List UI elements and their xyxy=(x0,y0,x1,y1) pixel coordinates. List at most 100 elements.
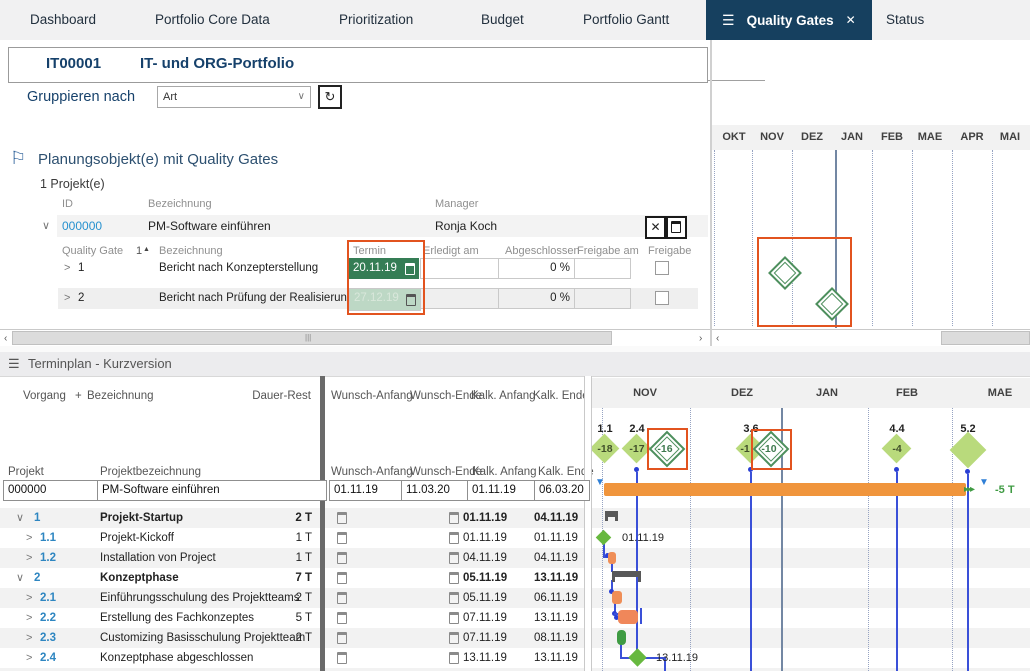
tab-status[interactable]: Status xyxy=(886,0,924,40)
tab-prioritization[interactable]: Prioritization xyxy=(339,0,413,40)
month-label: MAE xyxy=(987,387,1013,399)
calendar-icon[interactable] xyxy=(337,552,347,564)
group-by-select[interactable]: Art ∨ xyxy=(157,86,311,108)
kalk-ende: 13.11.19 xyxy=(534,652,578,664)
sort-number[interactable]: 1 xyxy=(136,245,142,257)
expander-icon[interactable]: > xyxy=(26,528,32,548)
task-id[interactable]: 2.3 xyxy=(40,628,56,648)
project-id-field[interactable]: 000000 xyxy=(3,480,101,501)
task-id[interactable]: 2.1 xyxy=(40,588,56,608)
column-divider[interactable] xyxy=(320,376,325,671)
task-bar-done[interactable] xyxy=(617,630,626,645)
calendar-icon[interactable] xyxy=(337,572,347,584)
calendar-icon[interactable] xyxy=(337,632,347,644)
sort-asc-icon[interactable]: ▲ xyxy=(143,246,150,253)
col-wunsch-anfang: Wunsch-Anfang xyxy=(331,466,413,478)
summary-bar[interactable] xyxy=(612,571,641,577)
scroll-right-icon[interactable]: › xyxy=(699,330,702,347)
calendar-icon[interactable] xyxy=(449,552,459,564)
expander-icon[interactable]: ∨ xyxy=(16,568,24,588)
expand-all-button[interactable]: + xyxy=(75,390,82,402)
freigabe-am-cell[interactable] xyxy=(574,258,631,279)
timeline-month-header: OKT NOV DEZ JAN FEB MAE APR MAI xyxy=(712,125,1030,150)
task-id[interactable]: 2.2 xyxy=(40,608,56,628)
calendar-icon[interactable] xyxy=(449,532,459,544)
flag-icon: ⚐ xyxy=(10,148,27,168)
task-id[interactable]: 1.2 xyxy=(40,548,56,568)
tab-budget[interactable]: Budget xyxy=(481,0,524,40)
expander-icon[interactable]: > xyxy=(26,548,32,568)
freigabe-checkbox[interactable] xyxy=(655,291,669,305)
expander-icon[interactable]: > xyxy=(26,628,32,648)
scroll-left-icon[interactable]: ‹ xyxy=(716,330,719,347)
kalk-anfang-field[interactable]: 01.11.19 xyxy=(467,480,537,501)
task-milestone-diamond[interactable] xyxy=(628,648,647,667)
delete-button[interactable]: ✕ xyxy=(645,216,666,239)
erledigt-cell[interactable] xyxy=(420,288,499,309)
calendar-icon[interactable] xyxy=(337,592,347,604)
tab-portfolio-core-data[interactable]: Portfolio Core Data xyxy=(155,0,270,40)
calendar-icon[interactable] xyxy=(449,572,459,584)
calendar-icon[interactable] xyxy=(449,612,459,624)
expander-icon[interactable]: > xyxy=(26,608,32,628)
freigabe-checkbox[interactable] xyxy=(655,261,669,275)
col-erledigt-am: Erledigt am xyxy=(423,245,479,257)
task-id[interactable]: 1 xyxy=(34,508,40,528)
col-bezeichnung: Bezeichnung xyxy=(87,390,154,402)
month-label: JAN xyxy=(840,131,863,143)
calendar-icon[interactable] xyxy=(337,652,347,664)
task-bar[interactable] xyxy=(608,552,616,564)
summary-bar-tooth xyxy=(638,577,641,582)
calendar-icon[interactable] xyxy=(337,512,347,524)
col-wunsch-anfang: Wunsch-Anfang xyxy=(331,390,413,402)
tab-portfolio-gantt[interactable]: Portfolio Gantt xyxy=(583,0,669,40)
scroll-left-icon[interactable]: ‹ xyxy=(4,330,7,347)
calendar-icon[interactable] xyxy=(449,592,459,604)
header-rule xyxy=(708,80,765,81)
expander-icon[interactable]: > xyxy=(26,648,32,668)
task-id[interactable]: 2.4 xyxy=(40,648,56,668)
expander-icon[interactable]: > xyxy=(26,588,32,608)
calendar-button[interactable] xyxy=(666,216,687,239)
calendar-icon[interactable] xyxy=(337,612,347,624)
calendar-icon[interactable] xyxy=(337,532,347,544)
wunsch-ende-field[interactable]: 11.03.20 xyxy=(401,480,470,501)
qg-row-nr: 2 xyxy=(78,292,85,304)
task-id[interactable]: 2 xyxy=(34,568,40,588)
freigabe-am-cell[interactable] xyxy=(574,288,631,309)
refresh-button[interactable]: ↻ xyxy=(318,85,342,109)
wunsch-anfang-field[interactable]: 01.11.19 xyxy=(329,480,404,501)
expander-icon[interactable]: ∨ xyxy=(42,215,50,237)
scrollbar-thumb[interactable]: ||| xyxy=(12,331,612,345)
expander-icon[interactable]: > xyxy=(64,288,70,309)
menu-icon[interactable]: ☰ xyxy=(8,352,20,376)
project-id-link[interactable]: 000000 xyxy=(62,215,102,237)
scrollbar-thumb[interactable] xyxy=(941,331,1030,345)
abgeschlossen-cell: 0 % xyxy=(498,288,575,309)
expander-icon[interactable]: ∨ xyxy=(16,508,24,528)
project-bar[interactable] xyxy=(604,483,966,496)
milestone-diamond[interactable] xyxy=(949,431,987,469)
erledigt-cell[interactable] xyxy=(420,258,499,279)
menu-icon[interactable]: ☰ xyxy=(722,12,735,29)
expander-icon[interactable]: > xyxy=(64,258,70,279)
task-bar[interactable] xyxy=(618,610,638,624)
project-name-field[interactable]: PM-Software einführen xyxy=(97,480,327,501)
task-duration: 7 T xyxy=(295,572,312,584)
task-id[interactable]: 1.1 xyxy=(40,528,56,548)
calendar-icon[interactable] xyxy=(449,652,459,664)
kalk-anfang: 07.11.19 xyxy=(463,612,507,624)
gantt-divider[interactable] xyxy=(584,376,592,671)
calendar-icon[interactable] xyxy=(449,512,459,524)
calendar-icon[interactable] xyxy=(449,632,459,644)
task-bar[interactable] xyxy=(612,591,622,604)
close-icon[interactable]: ✕ xyxy=(846,13,856,27)
kalk-ende-field[interactable]: 06.03.20 xyxy=(534,480,590,501)
panel-splitter[interactable] xyxy=(710,40,712,346)
task-milestone-diamond[interactable] xyxy=(595,529,612,546)
tab-quality-gates[interactable]: ☰ Quality Gates ✕ xyxy=(706,0,872,40)
tab-dashboard[interactable]: Dashboard xyxy=(30,0,96,40)
end-marker-icon: ▼ xyxy=(979,477,989,488)
col-id: ID xyxy=(62,198,73,210)
chevron-down-icon[interactable]: ∨ xyxy=(298,87,305,107)
